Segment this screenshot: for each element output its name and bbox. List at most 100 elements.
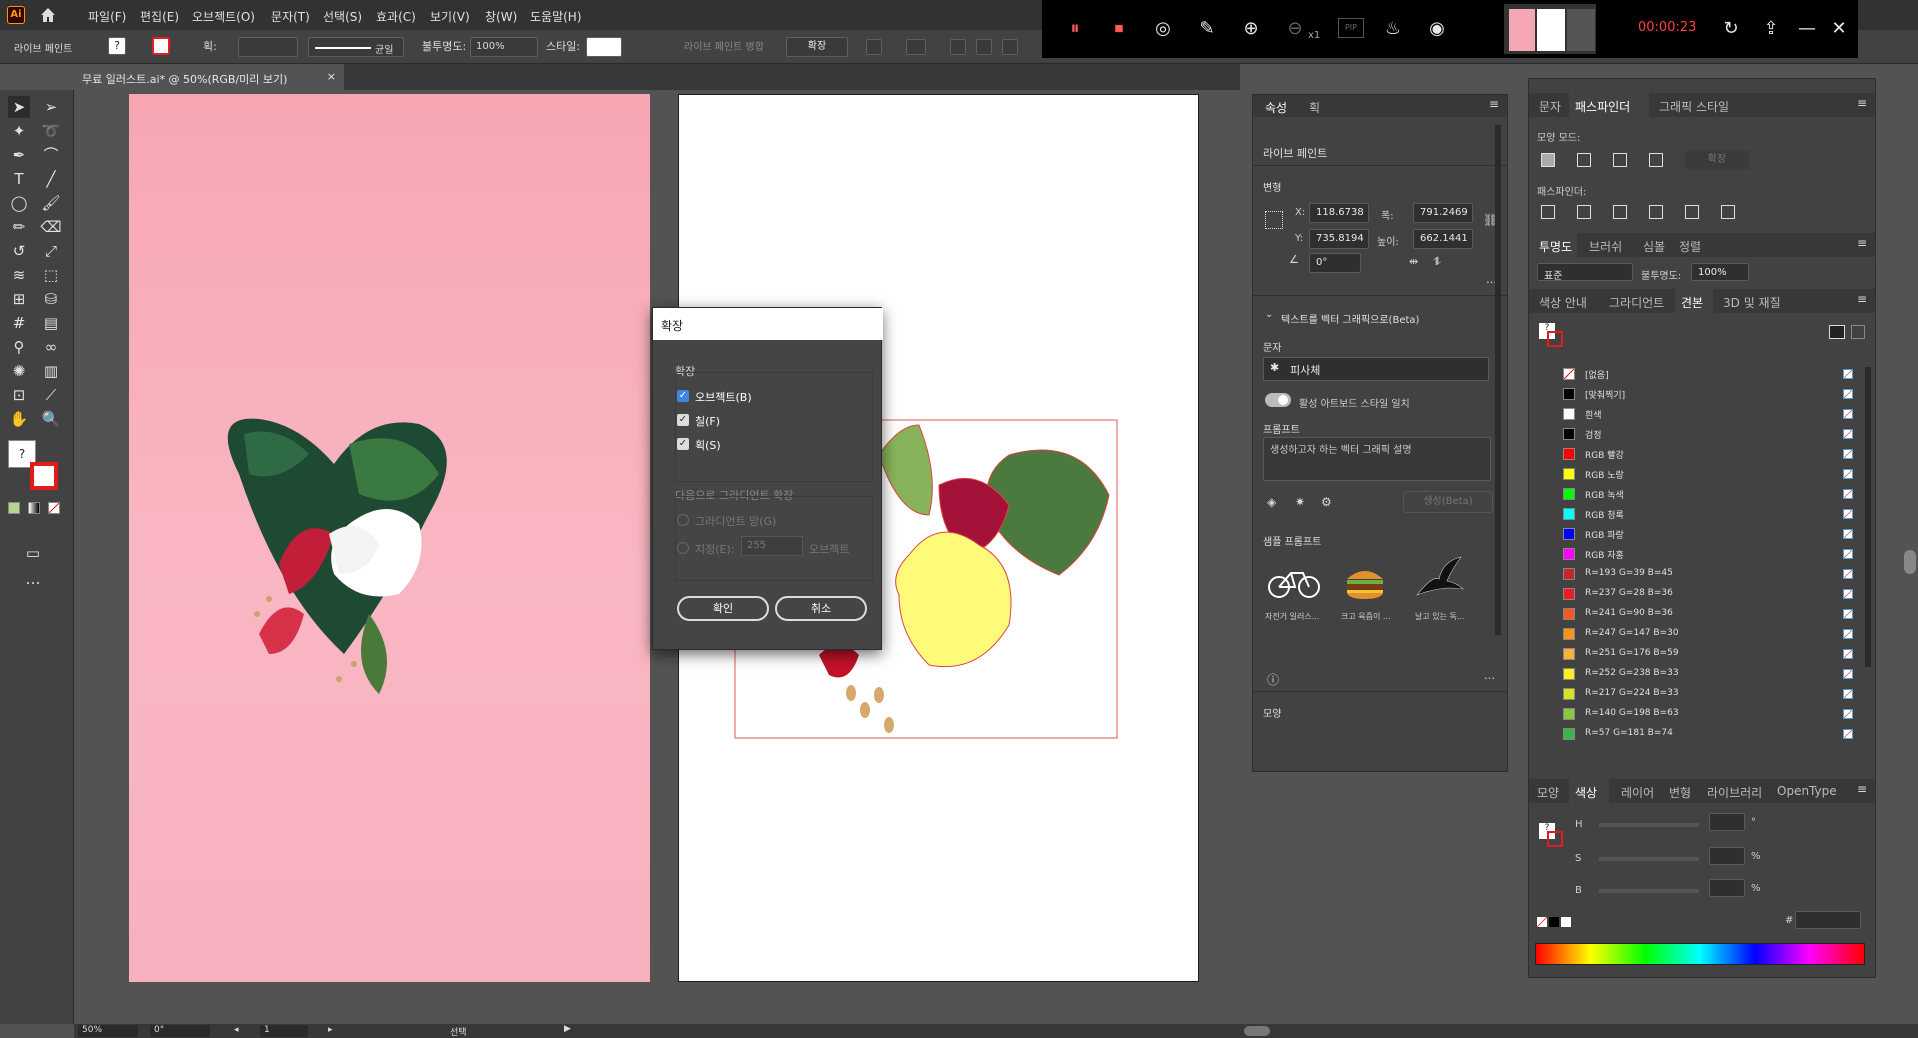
status-play-icon[interactable]: ▶	[564, 1024, 571, 1034]
swatch-row[interactable]: R=217 G=224 B=33	[1533, 685, 1859, 703]
lasso-tool-icon[interactable]: ➰	[40, 120, 62, 142]
live-paint-bucket-tool-icon[interactable]: ⛁	[40, 288, 62, 310]
swatch-stroke-box[interactable]	[1547, 331, 1563, 347]
expand-button[interactable]: 확장	[786, 37, 848, 57]
fill-checkbox[interactable]: ✓	[677, 414, 689, 426]
specify-radio[interactable]	[677, 542, 689, 554]
stroke-weight-field[interactable]	[238, 37, 298, 57]
height-field[interactable]: 662.1441	[1413, 229, 1473, 249]
more-options-icon-2[interactable]: …	[1484, 669, 1495, 682]
subject-select[interactable]: 피사체 ✱	[1263, 357, 1489, 381]
tab-layers[interactable]: 레이어	[1621, 784, 1654, 801]
hue-field[interactable]	[1709, 813, 1745, 831]
props-scrollbar[interactable]	[1495, 125, 1501, 635]
hue-slider[interactable]	[1599, 823, 1699, 827]
symbol-sprayer-tool-icon[interactable]: ✺	[8, 360, 30, 382]
swatch-row[interactable]: RGB 녹색	[1533, 485, 1859, 503]
pen-tool-icon[interactable]: ✒	[8, 144, 30, 166]
swatch-row[interactable]: R=251 G=176 B=59	[1533, 645, 1859, 663]
menu-edit[interactable]: 편집(E)	[140, 8, 179, 25]
unite-icon[interactable]	[1541, 153, 1555, 167]
color-spectrum[interactable]	[1535, 943, 1865, 965]
visibility-icon[interactable]: ◉	[1424, 16, 1450, 42]
swatch-row[interactable]: R=247 G=147 B=30	[1533, 625, 1859, 643]
white-color-icon[interactable]	[1561, 917, 1571, 927]
flip-horizontal-icon[interactable]: ⇹	[1409, 255, 1418, 268]
reference-point-icon[interactable]	[1265, 211, 1283, 229]
menu-file[interactable]: 파일(F)	[88, 8, 126, 25]
menu-help[interactable]: 도움말(H)	[530, 8, 582, 25]
gradient-mesh-radio[interactable]	[677, 514, 689, 526]
brightness-slider[interactable]	[1599, 889, 1699, 893]
outline-icon[interactable]	[1685, 205, 1699, 219]
swatch-row[interactable]: RGB 파랑	[1533, 525, 1859, 543]
pathfinder-expand-button[interactable]: 확장	[1685, 151, 1749, 169]
swatch-row[interactable]: [없음]	[1533, 365, 1859, 383]
swatch-scrollbar[interactable]	[1865, 367, 1871, 667]
fill-swatch[interactable]: ?	[108, 37, 126, 55]
tab-brushes[interactable]: 브러쉬	[1589, 238, 1622, 255]
shape-builder-tool-icon[interactable]: ⊞	[8, 288, 30, 310]
swatch-row[interactable]: R=140 G=198 B=63	[1533, 705, 1859, 723]
minimize-icon[interactable]: —	[1794, 16, 1820, 42]
prev-artboard-icon[interactable]: ◂	[234, 1025, 239, 1035]
exclude-icon[interactable]	[1649, 153, 1663, 167]
menu-view[interactable]: 보기(V)	[430, 8, 470, 25]
zoom-in-icon[interactable]: ⊕	[1238, 16, 1264, 42]
opacity-field[interactable]: 100%	[470, 37, 538, 57]
align-to-icon[interactable]	[906, 39, 926, 55]
settings-gear-icon[interactable]: ⚙	[1321, 495, 1332, 509]
ellipse-tool-icon[interactable]: ◯	[8, 192, 30, 214]
menu-window[interactable]: 창(W)	[485, 8, 517, 25]
merge-icon[interactable]	[1613, 205, 1627, 219]
curvature-tool-icon[interactable]: ⌒	[40, 144, 62, 166]
pencil-tool-icon[interactable]: ✏	[8, 216, 30, 238]
align-right-icon[interactable]	[1002, 39, 1018, 55]
export-icon[interactable]: ⇪	[1758, 16, 1784, 42]
transparency-opacity-field[interactable]: 100%	[1691, 263, 1749, 281]
grid-view-icon[interactable]	[1851, 325, 1865, 339]
gradient-mode-icon[interactable]	[28, 502, 40, 514]
graph-tool-icon[interactable]: ▥	[40, 360, 62, 382]
mesh-tool-icon[interactable]: #	[8, 312, 30, 334]
more-tools-icon[interactable]: …	[22, 568, 44, 590]
align-left-icon[interactable]	[950, 39, 966, 55]
swatch-row[interactable]: RGB 노랑	[1533, 465, 1859, 483]
free-transform-tool-icon[interactable]: ⬚	[40, 264, 62, 286]
swatch-row[interactable]: RGB 빨강	[1533, 445, 1859, 463]
color-menu-icon[interactable]: ≡	[1857, 782, 1867, 796]
horizontal-scroll-thumb[interactable]	[1244, 1026, 1270, 1036]
ok-button[interactable]: 확인	[677, 596, 769, 621]
width-field[interactable]: 791.2469	[1413, 203, 1473, 223]
list-view-icon[interactable]	[1829, 325, 1845, 339]
tab-pathfinder[interactable]: 패스파인더	[1575, 98, 1630, 115]
intersect-icon[interactable]	[1613, 153, 1627, 167]
warp-tool-icon[interactable]: ≋	[8, 264, 30, 286]
trim-icon[interactable]	[1577, 205, 1591, 219]
y-field[interactable]: 735.8194	[1309, 229, 1369, 249]
swatch-row[interactable]: [맞춰찍기]	[1533, 385, 1859, 403]
tab-graphic-styles[interactable]: 그래픽 스타일	[1659, 98, 1729, 115]
stroke-profile-select[interactable]: 균일	[308, 37, 404, 57]
swatch-row[interactable]: 흰색	[1533, 405, 1859, 423]
tab-transform[interactable]: 변형	[1669, 784, 1691, 801]
close-icon[interactable]: ✕	[1826, 16, 1852, 42]
tab-opentype[interactable]: OpenType	[1777, 784, 1837, 798]
tab-color-guide[interactable]: 색상 안내	[1539, 294, 1587, 311]
gradient-tool-icon[interactable]: ▤	[40, 312, 62, 334]
swatch-row[interactable]: 검정	[1533, 425, 1859, 443]
screen-mode-icon[interactable]: ▭	[22, 542, 44, 564]
stroke-swatch[interactable]	[152, 37, 170, 55]
menu-type[interactable]: 문자(T)	[271, 8, 310, 25]
swatch-row[interactable]: RGB 자홍	[1533, 545, 1859, 563]
rotate-tool-icon[interactable]: ↺	[8, 240, 30, 262]
rotate-view-field[interactable]: 0°	[150, 1025, 210, 1037]
menu-select[interactable]: 선택(S)	[323, 8, 362, 25]
angle-field[interactable]: 0°	[1309, 253, 1361, 273]
minus-front-icon[interactable]	[1577, 153, 1591, 167]
menu-effect[interactable]: 효과(C)	[376, 8, 416, 25]
eraser-tool-icon[interactable]: ⌫	[40, 216, 62, 238]
x-field[interactable]: 118.6738	[1309, 203, 1369, 223]
divide-icon[interactable]	[1541, 205, 1555, 219]
color-stroke-box[interactable]	[1547, 831, 1563, 847]
